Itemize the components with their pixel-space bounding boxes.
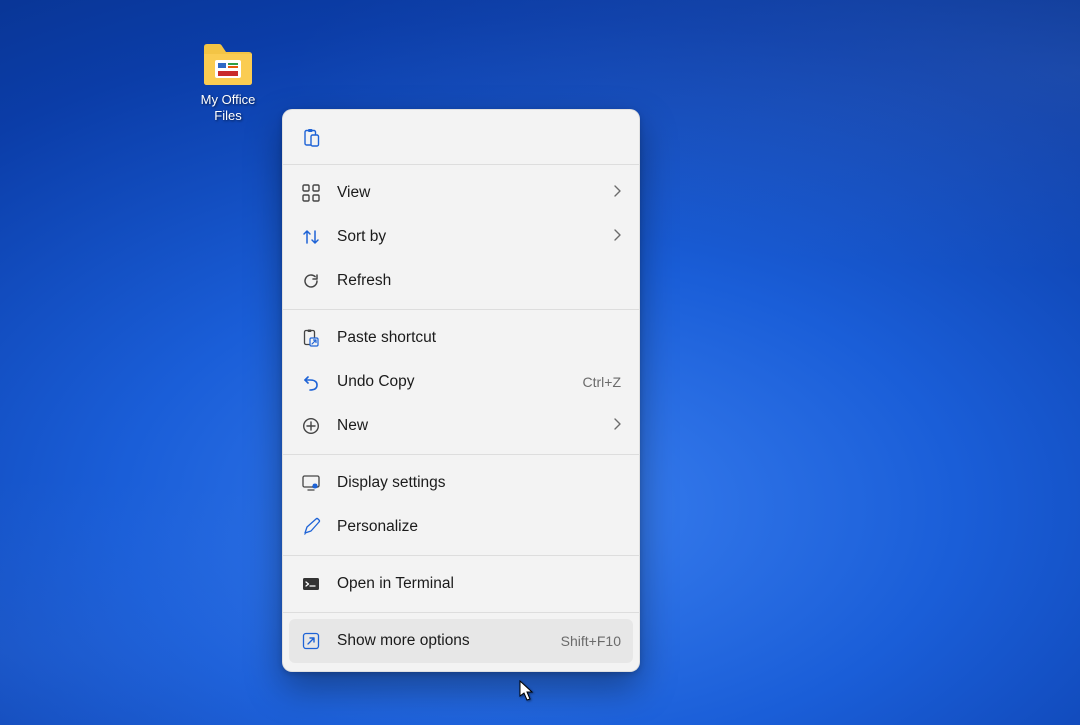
menu-item-label: Show more options	[337, 632, 551, 650]
menu-item-undo-copy[interactable]: Undo Copy Ctrl+Z	[289, 360, 633, 404]
menu-item-label: Display settings	[337, 474, 621, 492]
menu-item-refresh[interactable]: Refresh	[289, 259, 633, 303]
menu-item-show-more-options[interactable]: Show more options Shift+F10	[289, 619, 633, 663]
menu-item-display-settings[interactable]: Display settings	[289, 461, 633, 505]
display-settings-icon	[301, 473, 321, 493]
chevron-right-icon	[614, 228, 621, 246]
menu-item-view[interactable]: View	[289, 171, 633, 215]
paste-shortcut-icon	[301, 328, 321, 348]
menu-item-label: New	[337, 417, 614, 435]
menu-divider	[283, 309, 639, 310]
personalize-icon	[301, 517, 321, 537]
menu-item-paste-shortcut[interactable]: Paste shortcut	[289, 316, 633, 360]
menu-item-label: Paste shortcut	[337, 329, 621, 347]
show-more-icon	[301, 631, 321, 651]
menu-item-label: View	[337, 184, 614, 202]
menu-item-label: Open in Terminal	[337, 575, 621, 593]
chevron-right-icon	[614, 184, 621, 202]
clipboard-icon[interactable]	[301, 128, 321, 148]
sort-icon	[301, 227, 321, 247]
desktop-folder-label: My Office Files	[183, 92, 273, 124]
terminal-icon	[301, 574, 321, 594]
desktop-context-menu: View Sort by Refresh Paste shortcut	[282, 109, 640, 672]
cursor-pointer	[519, 680, 535, 707]
menu-icon-bar	[289, 116, 633, 160]
undo-icon	[301, 372, 321, 392]
chevron-right-icon	[614, 417, 621, 435]
menu-item-label: Sort by	[337, 228, 614, 246]
refresh-icon	[301, 271, 321, 291]
view-grid-icon	[301, 183, 321, 203]
menu-item-accelerator: Ctrl+Z	[583, 374, 622, 390]
menu-item-accelerator: Shift+F10	[561, 633, 621, 649]
plus-circle-icon	[301, 416, 321, 436]
menu-item-sort-by[interactable]: Sort by	[289, 215, 633, 259]
menu-divider	[283, 164, 639, 165]
menu-item-label: Undo Copy	[337, 373, 573, 391]
menu-divider	[283, 612, 639, 613]
menu-item-open-in-terminal[interactable]: Open in Terminal	[289, 562, 633, 606]
menu-item-label: Personalize	[337, 518, 621, 536]
menu-item-new[interactable]: New	[289, 404, 633, 448]
menu-item-personalize[interactable]: Personalize	[289, 505, 633, 549]
menu-divider	[283, 454, 639, 455]
folder-icon	[202, 42, 254, 86]
menu-item-label: Refresh	[337, 272, 621, 290]
desktop-folder-my-office-files[interactable]: My Office Files	[183, 42, 273, 124]
menu-divider	[283, 555, 639, 556]
